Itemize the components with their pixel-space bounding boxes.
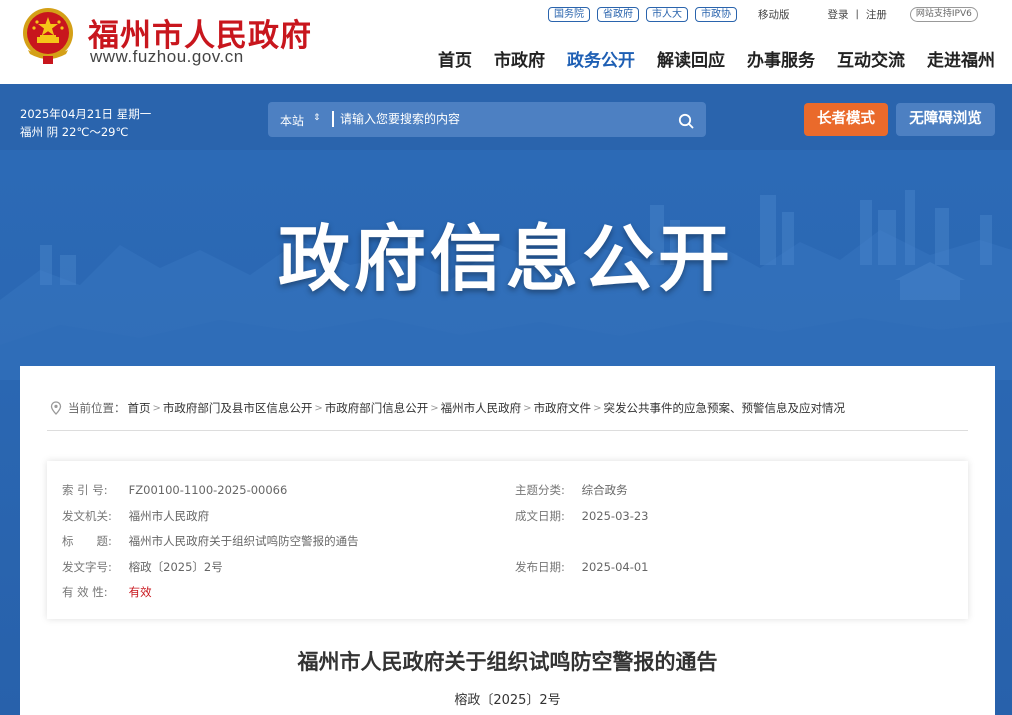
breadcrumb-home[interactable]: 首页 xyxy=(128,400,151,416)
content-panel: 当前位置： 首页 > 市政府部门及县市区信息公开 > 市政府部门信息公开 > 福… xyxy=(20,366,995,715)
site-url[interactable]: www.fuzhou.gov.cn xyxy=(90,47,244,67)
meta-doc-number-label: 发文字号: xyxy=(62,560,112,574)
meta-index-label: 索 引 号: xyxy=(62,483,108,497)
nav-about-fuzhou[interactable]: 走进福州 xyxy=(927,46,995,71)
nav-city-government[interactable]: 市政府 xyxy=(494,46,545,71)
weather-info: 福州 阴 22℃～29℃ xyxy=(20,125,129,139)
breadcrumb-dept-county[interactable]: 市政府部门及县市区信息公开 xyxy=(163,400,313,416)
search-input[interactable] xyxy=(340,108,660,130)
meta-date-made: 成文日期: 2025-03-23 xyxy=(515,508,649,524)
meta-validity-value: 有效 xyxy=(128,585,152,599)
ipv6-badge: 网站支持IPV6 xyxy=(909,6,978,22)
document-number: 榕政〔2025〕2号 xyxy=(454,693,561,708)
meta-issuer: 发文机关: 福州市人民政府 xyxy=(62,508,209,524)
meta-topic: 主题分类: 综合政务 xyxy=(515,482,628,498)
breadcrumb-city-government[interactable]: 福州市人民政府 xyxy=(441,400,522,416)
breadcrumb-separator: > xyxy=(523,402,532,414)
nav-home[interactable]: 首页 xyxy=(438,46,472,71)
top-link-cppcc[interactable]: 市政协 xyxy=(695,6,737,22)
top-link-state-council[interactable]: 国务院 xyxy=(548,6,590,22)
divider xyxy=(47,430,968,431)
top-link-peoples-congress[interactable]: 市人大 xyxy=(646,6,688,22)
breadcrumb-emergency-plans[interactable]: 突发公共事件的应急预案、预警信息及应对情况 xyxy=(603,400,845,416)
meta-index-value: FZ00100-1100-2025-00066 xyxy=(128,483,288,497)
location-pin-icon xyxy=(50,401,62,415)
search-icon[interactable] xyxy=(678,113,694,129)
meta-pub-date: 发布日期: 2025-04-01 xyxy=(515,559,649,575)
breadcrumb-label: 当前位置： xyxy=(68,401,126,415)
meta-title-label: 标 题: xyxy=(62,534,112,548)
nav-services[interactable]: 办事服务 xyxy=(747,46,815,71)
search-box: 本站 ⇕ xyxy=(268,102,706,137)
meta-index: 索 引 号: FZ00100-1100-2025-00066 xyxy=(62,482,287,498)
mobile-version-link[interactable]: 移动版 xyxy=(758,7,790,22)
chevron-updown-icon[interactable]: ⇕ xyxy=(313,113,321,123)
breadcrumb-separator: > xyxy=(314,402,323,414)
top-links: 国务院 省政府 市人大 市政协 移动版 登录 | 注册 网站支持IPV6 xyxy=(548,6,978,22)
main-nav: 首页 市政府 政务公开 解读回应 办事服务 互动交流 走进福州 xyxy=(416,46,995,71)
info-search-bar: 2025年04月21日 星期一 福州 阴 22℃～29℃ 本站 ⇕ 长者模式 无… xyxy=(0,84,1012,150)
breadcrumb-separator: > xyxy=(152,402,161,414)
meta-doc-number-value: 榕政〔2025〕2号 xyxy=(128,560,223,574)
meta-validity: 有 效 性: 有效 xyxy=(62,584,152,600)
current-date: 2025年04月21日 星期一 xyxy=(20,107,152,121)
meta-pub-date-label: 发布日期: xyxy=(515,560,565,574)
breadcrumb-city-documents[interactable]: 市政府文件 xyxy=(534,400,592,416)
meta-issuer-value: 福州市人民政府 xyxy=(128,509,210,523)
top-link-provincial-gov[interactable]: 省政府 xyxy=(597,6,639,22)
site-header: 福州市人民政府 www.fuzhou.gov.cn 国务院 省政府 市人大 市政… xyxy=(0,0,1012,84)
nav-interpretation[interactable]: 解读回应 xyxy=(657,46,725,71)
breadcrumb-separator: > xyxy=(430,402,439,414)
document-meta-card: 索 引 号: FZ00100-1100-2025-00066 主题分类: 综合政… xyxy=(47,461,968,619)
national-emblem-icon[interactable] xyxy=(20,6,76,66)
meta-date-made-label: 成文日期: xyxy=(515,509,565,523)
meta-pub-date-value: 2025-04-01 xyxy=(581,560,649,574)
document-title: 福州市人民政府关于组织试鸣防空警报的通告 xyxy=(297,650,718,674)
login-separator: | xyxy=(855,8,859,20)
banner-title: 政府信息公开 xyxy=(277,217,734,301)
meta-topic-value: 综合政务 xyxy=(581,483,628,497)
meta-date-made-value: 2025-03-23 xyxy=(581,509,649,523)
search-scope-select[interactable]: 本站 xyxy=(280,112,304,129)
breadcrumb-separator: > xyxy=(593,402,602,414)
meta-topic-label: 主题分类: xyxy=(515,483,565,497)
accessible-browse-button[interactable]: 无障碍浏览 xyxy=(896,103,995,136)
breadcrumb-dept-info[interactable]: 市政府部门信息公开 xyxy=(325,400,429,416)
nav-interaction[interactable]: 互动交流 xyxy=(837,46,905,71)
meta-issuer-label: 发文机关: xyxy=(62,509,112,523)
meta-title: 标 题: 福州市人民政府关于组织试鸣防空警报的通告 xyxy=(62,533,359,549)
login-link[interactable]: 登录 xyxy=(828,7,849,22)
nav-government-affairs[interactable]: 政务公开 xyxy=(567,46,635,71)
meta-doc-number: 发文字号: 榕政〔2025〕2号 xyxy=(62,559,223,575)
meta-validity-label: 有 效 性: xyxy=(62,585,108,599)
search-divider xyxy=(332,111,334,127)
register-link[interactable]: 注册 xyxy=(866,7,887,22)
breadcrumb: 当前位置： 首页 > 市政府部门及县市区信息公开 > 市政府部门信息公开 > 福… xyxy=(50,400,845,416)
meta-title-value: 福州市人民政府关于组织试鸣防空警报的通告 xyxy=(128,534,359,548)
elder-mode-button[interactable]: 长者模式 xyxy=(804,103,888,136)
